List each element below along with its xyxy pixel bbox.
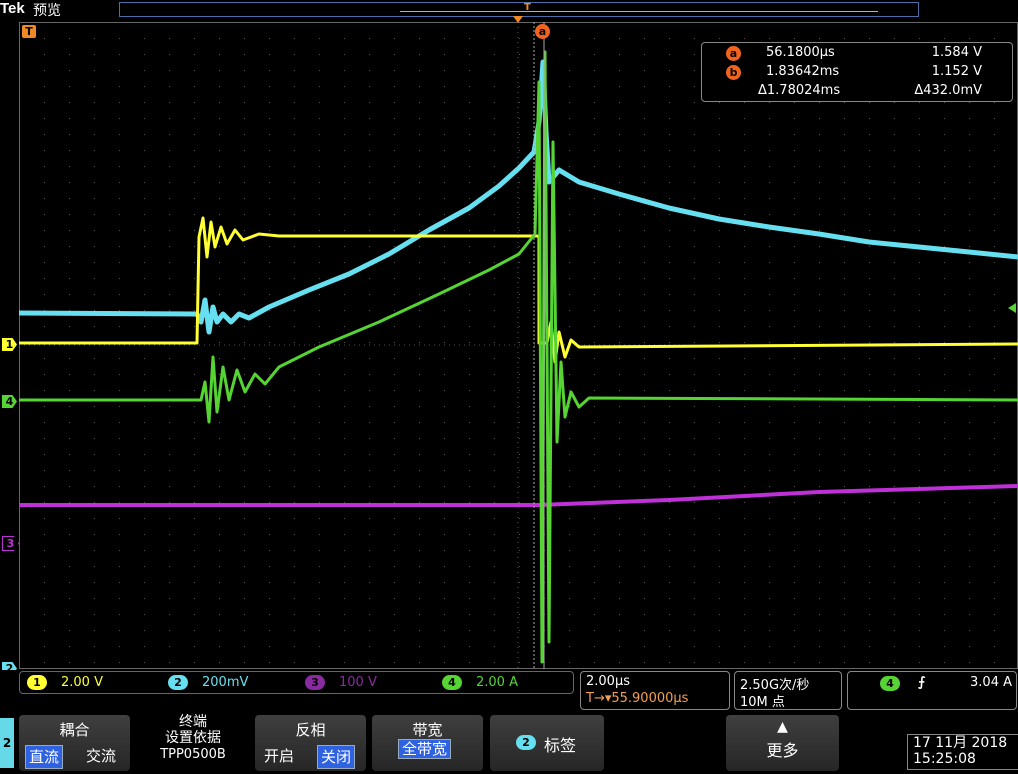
coupling-ac-option[interactable]: 交流 (83, 745, 119, 767)
invert-title: 反相 (295, 721, 326, 739)
top-bar: Tek 预览 T (0, 0, 1018, 20)
termination-subtitle: 设置依据 (165, 730, 221, 746)
date-text: 17 11月 2018 (913, 735, 1008, 751)
cursor-b-badge: b (726, 65, 741, 80)
cursor-a-time: 56.1800µs (766, 45, 835, 60)
time-text: 15:25:08 (913, 751, 976, 767)
record-view-bar[interactable]: T (119, 2, 919, 17)
acquisition-status: 预览 (33, 3, 61, 19)
cursor-a-value: 1.584 V (931, 45, 982, 60)
ch2-scale[interactable]: 2 200mV (168, 675, 248, 691)
acquisition-box[interactable]: 2.50G次/秒 10M 点 (734, 671, 842, 710)
termination-softkey[interactable]: 终端 设置依据 TPP0500B (140, 714, 246, 771)
trigger-level: 3.04 A (970, 675, 1012, 690)
more-title: 更多 (766, 741, 799, 760)
trigger-source: 4 (880, 676, 900, 691)
waveform-display[interactable] (19, 22, 1018, 669)
label-channel-badge: 2 (516, 735, 536, 750)
delta-time: Δ1.78024ms (758, 83, 841, 98)
cursor-delta-row: Δ1.78024ms Δ432.0mV (702, 83, 1012, 101)
coupling-title: 耦合 (59, 721, 90, 739)
ch3-ground-marker[interactable]: 3 (2, 536, 19, 551)
bandwidth-softkey[interactable]: 带宽 全带宽 (372, 715, 483, 771)
trigger-level-marker[interactable] (1008, 303, 1016, 313)
coupling-softkey[interactable]: 耦合 直流 交流 (19, 715, 130, 771)
record-view-window (400, 11, 878, 12)
invert-off-option[interactable]: 关闭 (317, 745, 356, 769)
bandwidth-title: 带宽 (412, 721, 443, 739)
invert-on-option[interactable]: 开启 (261, 745, 297, 767)
trigger-slope-icon: ⨍ (918, 675, 926, 690)
termination-title: 终端 (179, 714, 207, 730)
trigger-time-marker[interactable] (513, 16, 523, 23)
cursor-readout[interactable]: a 56.1800µs 1.584 V b 1.83642ms 1.152 V … (701, 42, 1013, 102)
ch4-ground-marker[interactable]: 4 (2, 395, 17, 408)
cursor-b-value: 1.152 V (931, 64, 982, 79)
label-softkey[interactable]: 2 标签 (490, 715, 604, 771)
ch1-scale[interactable]: 1 2.00 V (27, 675, 103, 691)
record-length: 10M 点 (740, 695, 785, 710)
cursor-b-time: 1.83642ms (766, 64, 840, 79)
bandwidth-full-option[interactable]: 全带宽 (398, 739, 452, 759)
horizontal-scale: 2.00µs (586, 674, 630, 689)
more-arrow-icon: ▲ (777, 719, 788, 735)
probe-model: TPP0500B (160, 747, 226, 762)
ch4-scale[interactable]: 4 2.00 A (442, 675, 518, 691)
channel-scale-bar: 1 2.00 V 2 200mV 3 100 V 4 2.00 A (19, 671, 574, 694)
cursor-b-row: b 1.83642ms 1.152 V (702, 64, 1012, 82)
invert-softkey[interactable]: 反相 开启 关闭 (255, 715, 366, 771)
ch1-ground-marker[interactable]: 1 (2, 338, 17, 351)
record-trigger-marker: T (524, 2, 531, 13)
trigger-box[interactable]: 4 ⨍ 3.04 A (847, 671, 1017, 710)
cursor-a-marker[interactable]: a (535, 24, 550, 39)
cursor-a-row: a 56.1800µs 1.584 V (702, 45, 1012, 63)
delta-value: Δ432.0mV (914, 83, 982, 98)
label-title: 标签 (544, 736, 577, 755)
trigger-position-marker[interactable]: T (22, 25, 36, 38)
timebase-box[interactable]: 2.00µs T→▾55.90000µs (580, 671, 730, 710)
tek-logo: Tek (0, 0, 25, 17)
coupling-dc-option[interactable]: 直流 (25, 745, 64, 769)
more-softkey[interactable]: ▲ 更多 (726, 715, 839, 771)
selected-channel-indicator: 2 (0, 718, 14, 768)
ch3-scale[interactable]: 3 100 V (305, 675, 377, 691)
datetime-display: 17 11月 2018 15:25:08 (907, 734, 1018, 770)
horizontal-position: T→▾55.90000µs (586, 691, 689, 706)
cursor-a-badge: a (726, 46, 741, 61)
